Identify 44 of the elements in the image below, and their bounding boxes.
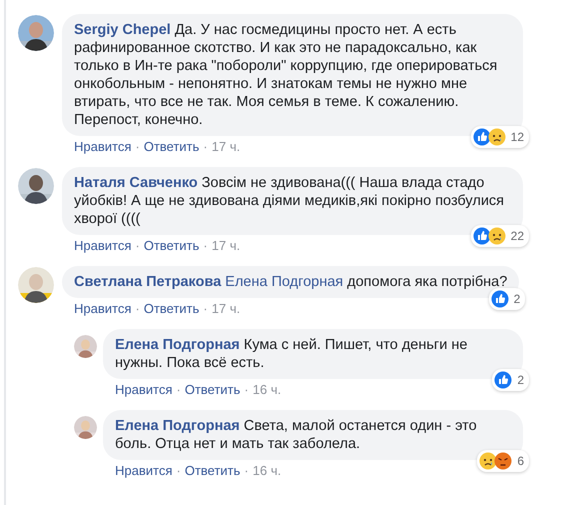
comment-text: Елена Подгорная Света, малой останется один - это боль. Отца нет и мать так заболела.	[115, 417, 478, 453]
separator-dot: ·	[203, 238, 208, 254]
separator-dot: ·	[135, 238, 140, 254]
comment-text: Наталя Савченко Зовсім не здивована((( Наша влада стадо уйобків! А ще не здивована діями медиків,які покірно позбулися хворої ((((	[74, 174, 506, 228]
thumbs-up-icon	[490, 290, 509, 308]
crying-face-icon	[488, 128, 506, 146]
author-link[interactable]: Sergiy Chepel	[74, 22, 171, 38]
action-link[interactable]: Нравится	[115, 463, 172, 479]
comment-text: Sergiy Chepel Да. У нас госмедицины просто нет. А есть рафинированное скотство. И как это не парадоксально, как только в Ин-те рака "побороли" коррупцию, где оперироваться онкобольным - непонятно. И знатокам темы не нужно мне втирать, что все не так. Моя семья в теме. К сожалению. Перепост, конечно.	[74, 21, 498, 129]
separator-dot: ·	[203, 301, 208, 317]
thumbs-up-icon	[472, 128, 491, 146]
author-link[interactable]: Елена Подгорная	[115, 418, 240, 434]
action-link[interactable]: Ответить	[144, 238, 200, 254]
thumbs-up-icon	[494, 371, 512, 389]
separator-dot: ·	[135, 139, 140, 155]
action-link[interactable]: Нравится	[115, 382, 172, 398]
reaction-summary[interactable]: 2	[492, 369, 529, 391]
action-link[interactable]: Ответить	[184, 382, 240, 398]
separator-dot: ·	[244, 463, 249, 479]
comment-text: Елена Подгорная Кума с ней. Пишет, что деньги не нужны. Пока всё есть.	[115, 336, 468, 372]
separator-dot: ·	[135, 301, 140, 317]
reaction-summary[interactable]: 12	[470, 126, 529, 148]
separator-dot: ·	[203, 139, 208, 155]
reaction-summary[interactable]: 22	[470, 225, 529, 247]
author-link[interactable]: Елена Подгорная	[115, 337, 240, 353]
author-link[interactable]: Наталя Савченко	[74, 175, 198, 191]
author-link[interactable]: Светлана Петракова	[74, 274, 222, 290]
separator-dot: ·	[176, 463, 181, 479]
action-link[interactable]: Ответить	[184, 463, 240, 479]
crying-face-icon	[479, 452, 498, 470]
mention-link[interactable]: Елена Подгорная	[225, 274, 344, 290]
crying-face-icon	[488, 227, 506, 245]
thumbs-up-icon	[472, 227, 491, 245]
action-link[interactable]: Ответить	[144, 301, 200, 317]
comment-text: Светлана Петракова Елена Подгорная допомога яка потрібна?	[74, 273, 508, 291]
action-link[interactable]: Нравится	[74, 301, 132, 317]
angry-face-icon	[494, 452, 512, 470]
action-link[interactable]: Нравится	[74, 139, 132, 155]
separator-dot: ·	[244, 382, 249, 398]
reaction-summary[interactable]: 6	[477, 450, 529, 472]
action-link[interactable]: Нравится	[74, 238, 132, 254]
separator-dot: ·	[176, 382, 181, 398]
reaction-summary[interactable]: 2	[488, 288, 526, 310]
action-link[interactable]: Ответить	[144, 139, 200, 155]
